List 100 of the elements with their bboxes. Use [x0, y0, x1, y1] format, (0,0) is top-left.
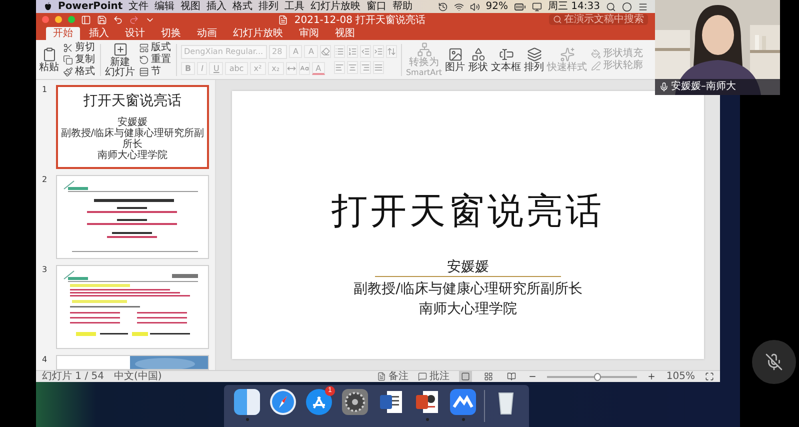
- menu-item[interactable]: 窗口: [366, 0, 387, 12]
- zoom-level: 105%: [666, 371, 695, 382]
- align-right-icon: [360, 63, 370, 72]
- ribbon-button[interactable]: 复制: [62, 54, 96, 66]
- slide-number: 2: [42, 175, 48, 186]
- ribbon-button[interactable]: 节: [138, 66, 172, 78]
- ribbon-button[interactable]: 图片: [445, 46, 466, 72]
- image-icon: [448, 46, 463, 62]
- microphone-icon: [659, 82, 669, 92]
- presenter-name: 安媛媛: [447, 259, 489, 275]
- slide-thumbnail[interactable]: 打开天窗说亮话 安媛媛 副教授/临床与健康心理研究所副所长 南师大心理学院: [56, 85, 209, 169]
- ribbon-button[interactable]: 剪切: [62, 42, 96, 54]
- section-icon: [139, 66, 149, 76]
- slide-number: 3: [42, 265, 48, 276]
- ribbon-tab[interactable]: 幻灯片放映: [226, 27, 290, 40]
- comment-icon: [418, 372, 428, 381]
- ribbon-tab[interactable]: 动画: [190, 27, 224, 40]
- ribbon-button[interactable]: 版式: [138, 42, 172, 54]
- text-box-icon: [498, 46, 514, 62]
- presenter-position: 副教授/临床与健康心理研究所副所长: [354, 280, 582, 299]
- indent-icon: [374, 47, 383, 56]
- ribbon-button[interactable]: 格式: [62, 66, 96, 78]
- ribbon-tab[interactable]: 审阅: [292, 27, 326, 40]
- search-icon: [553, 15, 562, 24]
- justify-icon: [374, 63, 383, 72]
- menu-item[interactable]: 工具: [284, 0, 305, 12]
- menu-item[interactable]: 格式: [232, 0, 253, 12]
- thumbnail-text: 安媛媛: [117, 117, 148, 128]
- slide-thumbnail[interactable]: [56, 175, 209, 259]
- ribbon-button[interactable]: 形状: [468, 46, 488, 72]
- diagram-icon: [416, 42, 432, 56]
- shapes-icon: [470, 46, 486, 62]
- notes-button[interactable]: 备注: [377, 371, 408, 382]
- search-icon[interactable]: [606, 2, 616, 12]
- ribbon-button[interactable]: 新建 幻灯片: [105, 42, 135, 78]
- layout-icon: [139, 42, 149, 52]
- save-icon[interactable]: [97, 14, 107, 24]
- grid-view-icon: [484, 372, 494, 381]
- mountain-icon: [449, 388, 477, 416]
- ribbon-button[interactable]: 重置: [138, 54, 172, 66]
- battery-icon: [514, 0, 526, 12]
- display-icon[interactable]: [532, 2, 542, 12]
- search-field[interactable]: 在演示文稿中搜索: [549, 14, 648, 25]
- minimize-button[interactable]: [55, 16, 62, 23]
- view-button[interactable]: [505, 371, 518, 382]
- apple-icon[interactable]: [44, 2, 52, 11]
- menu-item[interactable]: 文件: [128, 0, 149, 12]
- ribbon-button[interactable]: 粘贴: [39, 46, 59, 72]
- zoom-in-icon[interactable]: [647, 372, 656, 381]
- ribbon-tab[interactable]: 切换: [154, 27, 188, 40]
- thumbnail-title: 打开天窗说亮话: [83, 93, 182, 109]
- menu-item[interactable]: 幻灯片放映: [310, 0, 361, 12]
- participant-name: 安媛媛–南师大: [671, 81, 736, 93]
- sidebar-icon[interactable]: [81, 14, 91, 24]
- case-icon: [300, 64, 309, 72]
- slide-title: 打开天窗说亮话: [332, 191, 604, 233]
- view-button[interactable]: [459, 371, 472, 382]
- slider-thumb[interactable]: [594, 372, 601, 380]
- ribbon-button[interactable]: 文本框: [491, 46, 522, 72]
- ribbon-tab[interactable]: 开始: [46, 27, 80, 40]
- undo-icon[interactable]: [113, 14, 123, 24]
- eraser-icon: [320, 47, 330, 56]
- language-label: 中文(中国): [114, 371, 162, 382]
- wifi-icon[interactable]: [454, 2, 464, 12]
- ribbon-tab[interactable]: 设计: [118, 27, 152, 40]
- notes-icon: [377, 372, 386, 381]
- align-center-icon: [348, 63, 357, 72]
- menu-item[interactable]: 视图: [180, 0, 201, 12]
- menu-item[interactable]: 帮助: [392, 0, 413, 12]
- reading-view-icon: [507, 372, 516, 381]
- window-title: 2021-12-08 打开天窗说亮话: [294, 14, 426, 26]
- spacing-icon: [286, 64, 296, 72]
- slide-counter: 幻灯片 1 / 54: [42, 371, 104, 382]
- paint-bucket-icon: [591, 48, 602, 58]
- comments-button[interactable]: 批注: [418, 371, 450, 382]
- circle-icon[interactable]: [622, 2, 632, 12]
- ribbon-tab[interactable]: 插入: [82, 27, 116, 40]
- menu-item[interactable]: 排列: [258, 0, 279, 12]
- app-store-icon: [305, 388, 333, 416]
- layers-icon: [526, 46, 542, 62]
- outdent-icon: [360, 47, 370, 56]
- ribbon-tab[interactable]: 视图: [328, 27, 362, 40]
- clock: 周三 14:33: [548, 0, 600, 12]
- battery-percent: 92%: [486, 0, 508, 12]
- ribbon-button[interactable]: 排列: [524, 46, 544, 72]
- clock-icon[interactable]: [438, 2, 448, 12]
- slide-thumbnail[interactable]: [56, 355, 209, 370]
- volume-icon[interactable]: [470, 2, 480, 12]
- document-icon: [278, 14, 288, 24]
- menu-item[interactable]: 编辑: [154, 0, 175, 12]
- fit-icon[interactable]: [705, 372, 714, 381]
- presenter-affiliation: 南师大心理学院: [419, 300, 517, 319]
- slide-thumbnail[interactable]: [56, 265, 209, 349]
- menu-item[interactable]: 插入: [206, 0, 227, 12]
- compass-icon: [269, 388, 297, 416]
- menu-icon[interactable]: [638, 2, 648, 12]
- mic-off-icon: [765, 353, 783, 371]
- align-left-icon: [334, 63, 344, 72]
- app-menu[interactable]: PowerPoint: [58, 0, 123, 12]
- mute-button[interactable]: [752, 340, 796, 384]
